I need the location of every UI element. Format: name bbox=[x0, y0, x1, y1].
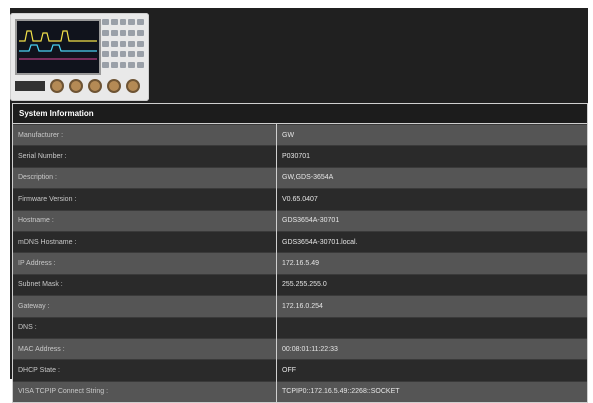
info-label: mDNS Hostname : bbox=[13, 230, 277, 253]
info-label: DHCP State : bbox=[13, 359, 277, 382]
info-label: Firmware Version : bbox=[13, 188, 277, 211]
info-value: 172.16.0.254 bbox=[276, 295, 587, 318]
system-info-title: System Information bbox=[13, 104, 587, 124]
info-label: Gateway : bbox=[13, 295, 277, 318]
info-row: DHCP State : OFF bbox=[13, 359, 587, 382]
oscilloscope-buttons bbox=[102, 19, 144, 71]
info-row: mDNS Hostname : GDS3654A-30701.local. bbox=[13, 230, 587, 253]
info-label: VISA TCPIP Connect String : bbox=[13, 380, 277, 403]
info-row: Serial Number : P030701 bbox=[13, 145, 587, 168]
oscilloscope-image bbox=[10, 13, 149, 101]
info-label: Serial Number : bbox=[13, 145, 277, 168]
channel-knob-3 bbox=[88, 79, 102, 93]
info-value: GDS3654A-30701.local. bbox=[276, 230, 587, 253]
info-value: 255.255.255.0 bbox=[276, 273, 587, 296]
oscilloscope-screen bbox=[15, 19, 101, 75]
info-row: Description : GW,GDS-3654A bbox=[13, 166, 587, 189]
info-label: Manufacturer : bbox=[13, 123, 277, 146]
oscilloscope-front-panel bbox=[15, 75, 145, 97]
system-info-table: System Information Manufacturer : GW Seria… bbox=[12, 103, 588, 403]
info-value: OFF bbox=[276, 359, 587, 382]
info-label: MAC Address : bbox=[13, 337, 277, 360]
info-value: 172.16.5.49 bbox=[276, 252, 587, 275]
info-label: IP Address : bbox=[13, 252, 277, 275]
info-value: GW,GDS-3654A bbox=[276, 166, 587, 189]
info-row: IP Address :172.16.5.49 bbox=[13, 252, 587, 275]
info-value: GDS3654A-30701 bbox=[276, 209, 587, 232]
info-row: Hostname : GDS3654A-30701 bbox=[13, 209, 587, 232]
info-row: MAC Address :00:08:01:11:22:33 bbox=[13, 337, 587, 360]
info-value: GW bbox=[276, 123, 587, 146]
usb-port bbox=[15, 81, 45, 91]
info-value: TCPIP0::172.16.5.49::2268::SOCKET bbox=[276, 380, 587, 403]
channel-knob-4 bbox=[107, 79, 121, 93]
info-label: Description : bbox=[13, 166, 277, 189]
info-label: DNS : bbox=[13, 316, 277, 339]
channel-knob-1 bbox=[50, 79, 64, 93]
info-value: P030701 bbox=[276, 145, 587, 168]
info-row: VISA TCPIP Connect String : TCPIP0::172.1… bbox=[13, 380, 587, 403]
info-label: Hostname : bbox=[13, 209, 277, 232]
info-value: 00:08:01:11:22:33 bbox=[276, 337, 587, 360]
info-row: Subnet Mask :255.255.255.0 bbox=[13, 273, 587, 296]
info-row: Firmware Version : V0.65.0407 bbox=[13, 188, 587, 211]
info-label: Subnet Mask : bbox=[13, 273, 277, 296]
info-value: V0.65.0407 bbox=[276, 188, 587, 211]
channel-knob-2 bbox=[69, 79, 83, 93]
info-row: Gateway :172.16.0.254 bbox=[13, 295, 587, 318]
info-row: Manufacturer : GW bbox=[13, 123, 587, 146]
channel-knob-5 bbox=[126, 79, 140, 93]
info-value bbox=[276, 316, 587, 339]
info-row: DNS : bbox=[13, 316, 587, 339]
